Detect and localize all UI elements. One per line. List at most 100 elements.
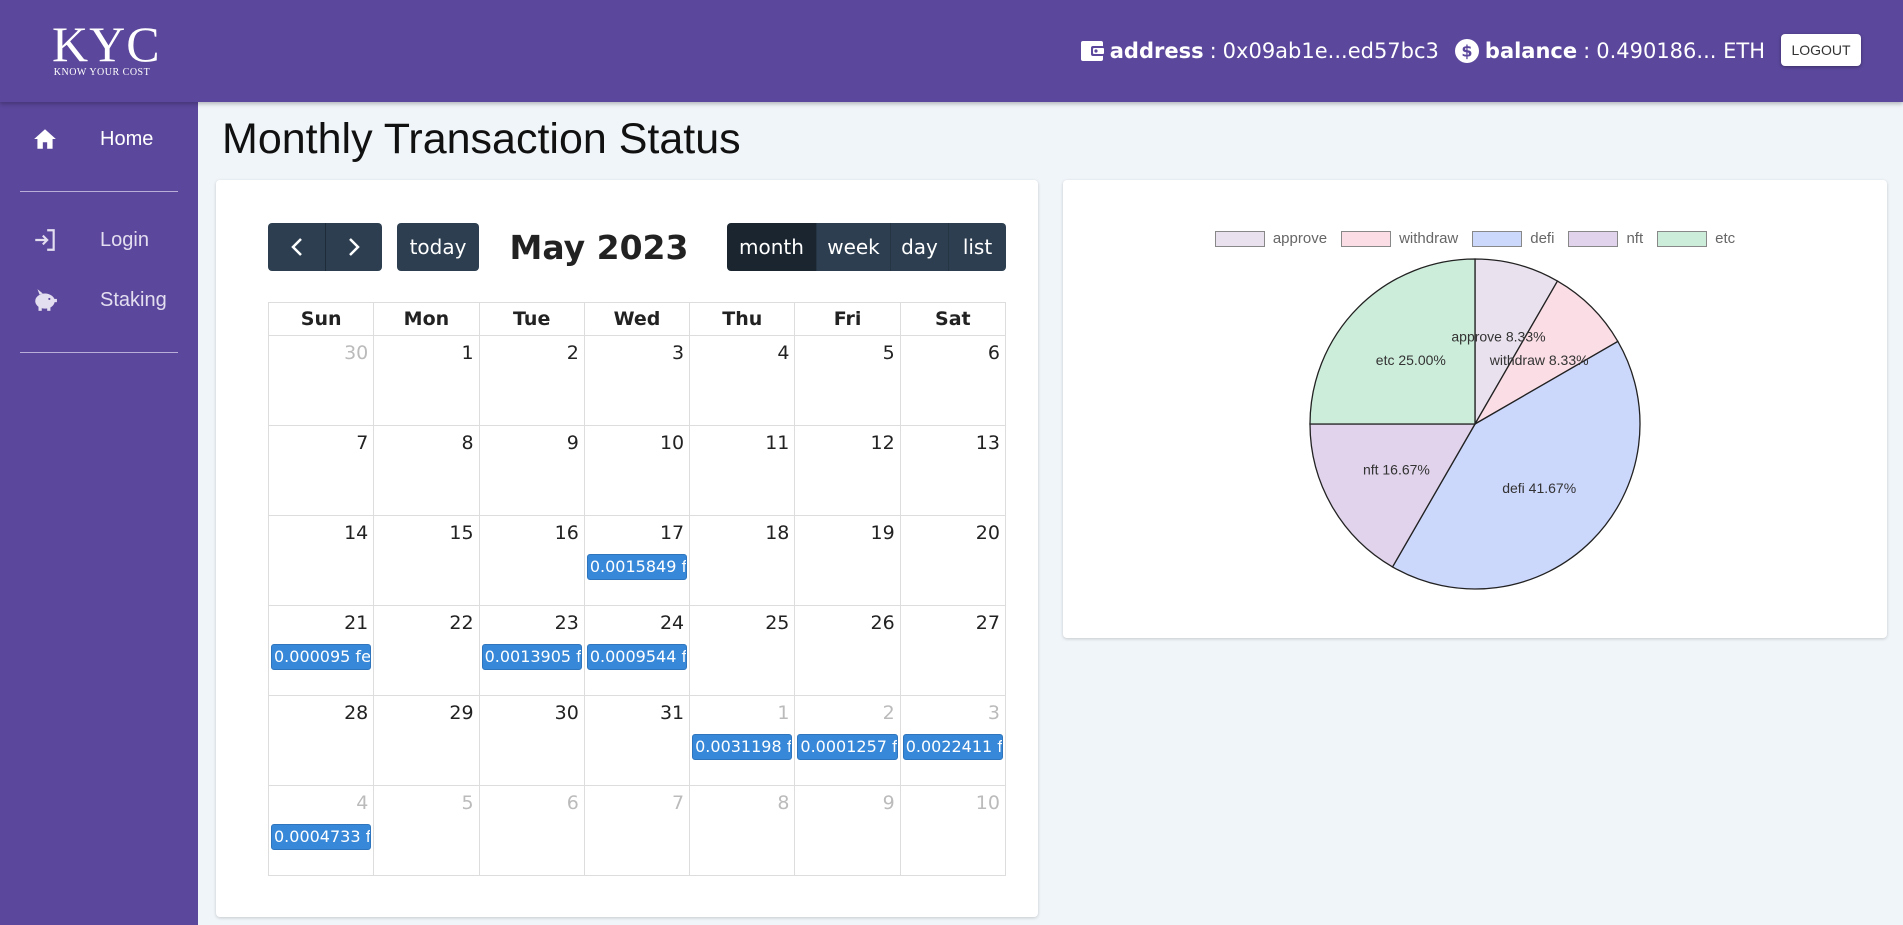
calendar-day-cell[interactable]: 10 — [900, 786, 1006, 876]
sidebar-item-home[interactable]: Home — [0, 117, 198, 161]
day-number[interactable]: 14 — [344, 522, 368, 544]
calendar-day-cell[interactable]: 11 — [690, 426, 796, 516]
day-number[interactable]: 24 — [660, 612, 684, 634]
calendar-day-cell[interactable]: 22 — [374, 606, 480, 696]
calendar-day-cell[interactable]: 21 0.000095 fee — [269, 606, 375, 696]
calendar-day-cell[interactable]: 5 — [374, 786, 480, 876]
day-number[interactable]: 1 — [777, 702, 789, 724]
calendar-day-cell[interactable]: 30 — [479, 696, 585, 786]
calendar-day-cell[interactable]: 4 0.0004733 fe — [269, 786, 375, 876]
day-number[interactable]: 8 — [777, 792, 789, 814]
calendar-day-cell[interactable]: 14 — [269, 516, 375, 606]
calendar-day-cell[interactable]: 27 — [900, 606, 1006, 696]
day-number[interactable]: 23 — [555, 612, 579, 634]
calendar-day-cell[interactable]: 9 — [795, 786, 901, 876]
day-number[interactable]: 10 — [660, 432, 684, 454]
calendar-day-cell[interactable]: 8 — [690, 786, 796, 876]
calendar-event[interactable]: 0.0001257 fe — [797, 734, 898, 760]
calendar-day-cell[interactable]: 2 — [479, 336, 585, 426]
calendar-day-cell[interactable]: 24 0.0009544 fe — [584, 606, 691, 696]
calendar-day-cell[interactable]: 19 — [795, 516, 901, 606]
sidebar-item-login[interactable]: Login — [0, 218, 198, 262]
calendar-day-cell[interactable]: 7 — [584, 786, 691, 876]
calendar-day-cell[interactable]: 8 — [374, 426, 480, 516]
day-number[interactable]: 16 — [555, 522, 579, 544]
day-number[interactable]: 22 — [449, 612, 473, 634]
view-week-button[interactable]: week — [816, 223, 890, 271]
day-number[interactable]: 31 — [660, 702, 684, 724]
day-number[interactable]: 18 — [765, 522, 789, 544]
day-number[interactable]: 29 — [449, 702, 473, 724]
day-number[interactable]: 15 — [449, 522, 473, 544]
day-number[interactable]: 11 — [765, 432, 789, 454]
calendar-day-cell[interactable]: 20 — [900, 516, 1006, 606]
day-number[interactable]: 28 — [344, 702, 368, 724]
day-number[interactable]: 25 — [765, 612, 789, 634]
next-month-button[interactable] — [325, 223, 382, 271]
logo[interactable]: KYC KNOW YOUR COST — [52, 18, 160, 78]
prev-month-button[interactable] — [268, 223, 325, 271]
day-number[interactable]: 12 — [871, 432, 895, 454]
day-number[interactable]: 7 — [356, 432, 368, 454]
calendar-day-cell[interactable]: 30 — [269, 336, 375, 426]
day-number[interactable]: 2 — [883, 702, 895, 724]
calendar-day-cell[interactable]: 3 — [584, 336, 691, 426]
day-number[interactable]: 27 — [976, 612, 1000, 634]
calendar-day-cell[interactable]: 10 — [584, 426, 691, 516]
calendar-day-cell[interactable]: 29 — [374, 696, 480, 786]
day-number[interactable]: 1 — [461, 342, 473, 364]
calendar-event[interactable]: 0.0031198 fe — [692, 734, 793, 760]
calendar-day-cell[interactable]: 6 — [900, 336, 1006, 426]
day-number[interactable]: 9 — [567, 432, 579, 454]
calendar-day-cell[interactable]: 5 — [795, 336, 901, 426]
calendar-day-cell[interactable]: 28 — [269, 696, 375, 786]
calendar-event[interactable]: 0.0013905 fe — [481, 644, 582, 670]
calendar-day-cell[interactable]: 9 — [479, 426, 585, 516]
day-number[interactable]: 2 — [567, 342, 579, 364]
day-number[interactable]: 5 — [883, 342, 895, 364]
calendar-day-cell[interactable]: 26 — [795, 606, 901, 696]
calendar-event[interactable]: 0.000095 fee — [271, 644, 372, 670]
day-number[interactable]: 4 — [777, 342, 789, 364]
day-number[interactable]: 17 — [660, 522, 684, 544]
calendar-day-cell[interactable]: 12 — [795, 426, 901, 516]
day-number[interactable]: 30 — [555, 702, 579, 724]
day-number[interactable]: 30 — [344, 342, 368, 364]
day-number[interactable]: 9 — [883, 792, 895, 814]
calendar-day-cell[interactable]: 15 — [374, 516, 480, 606]
day-number[interactable]: 5 — [461, 792, 473, 814]
day-number[interactable]: 10 — [976, 792, 1000, 814]
calendar-day-cell[interactable]: 25 — [690, 606, 796, 696]
calendar-event[interactable]: 0.0009544 fe — [586, 644, 688, 670]
view-day-button[interactable]: day — [890, 223, 948, 271]
day-number[interactable]: 19 — [871, 522, 895, 544]
day-number[interactable]: 3 — [672, 342, 684, 364]
calendar-event[interactable]: 0.0022411 fe — [902, 734, 1003, 760]
calendar-day-cell[interactable]: 13 — [900, 426, 1006, 516]
day-number[interactable]: 13 — [976, 432, 1000, 454]
calendar-day-cell[interactable]: 6 — [479, 786, 585, 876]
day-number[interactable]: 4 — [356, 792, 368, 814]
calendar-day-cell[interactable]: 16 — [479, 516, 585, 606]
day-number[interactable]: 6 — [567, 792, 579, 814]
view-list-button[interactable]: list — [948, 223, 1006, 271]
calendar-day-cell[interactable]: 17 0.0015849 fe — [584, 516, 691, 606]
calendar-day-cell[interactable]: 4 — [690, 336, 796, 426]
pie-slice-etc[interactable] — [1309, 258, 1476, 425]
day-number[interactable]: 3 — [988, 702, 1000, 724]
calendar-day-cell[interactable]: 3 0.0022411 fe — [900, 696, 1006, 786]
calendar-event[interactable]: 0.0004733 fe — [271, 824, 372, 850]
logout-button[interactable]: LOGOUT — [1781, 34, 1861, 66]
calendar-day-cell[interactable]: 1 — [374, 336, 480, 426]
day-number[interactable]: 7 — [672, 792, 684, 814]
calendar-event[interactable]: 0.0015849 fe — [586, 554, 688, 580]
day-number[interactable]: 8 — [461, 432, 473, 454]
day-number[interactable]: 26 — [871, 612, 895, 634]
calendar-day-cell[interactable]: 31 — [584, 696, 691, 786]
calendar-day-cell[interactable]: 1 0.0031198 fe — [690, 696, 796, 786]
calendar-day-cell[interactable]: 18 — [690, 516, 796, 606]
calendar-day-cell[interactable]: 23 0.0013905 fe — [479, 606, 585, 696]
day-number[interactable]: 21 — [344, 612, 368, 634]
calendar-day-cell[interactable]: 2 0.0001257 fe — [795, 696, 901, 786]
sidebar-item-staking[interactable]: Staking — [0, 278, 198, 322]
